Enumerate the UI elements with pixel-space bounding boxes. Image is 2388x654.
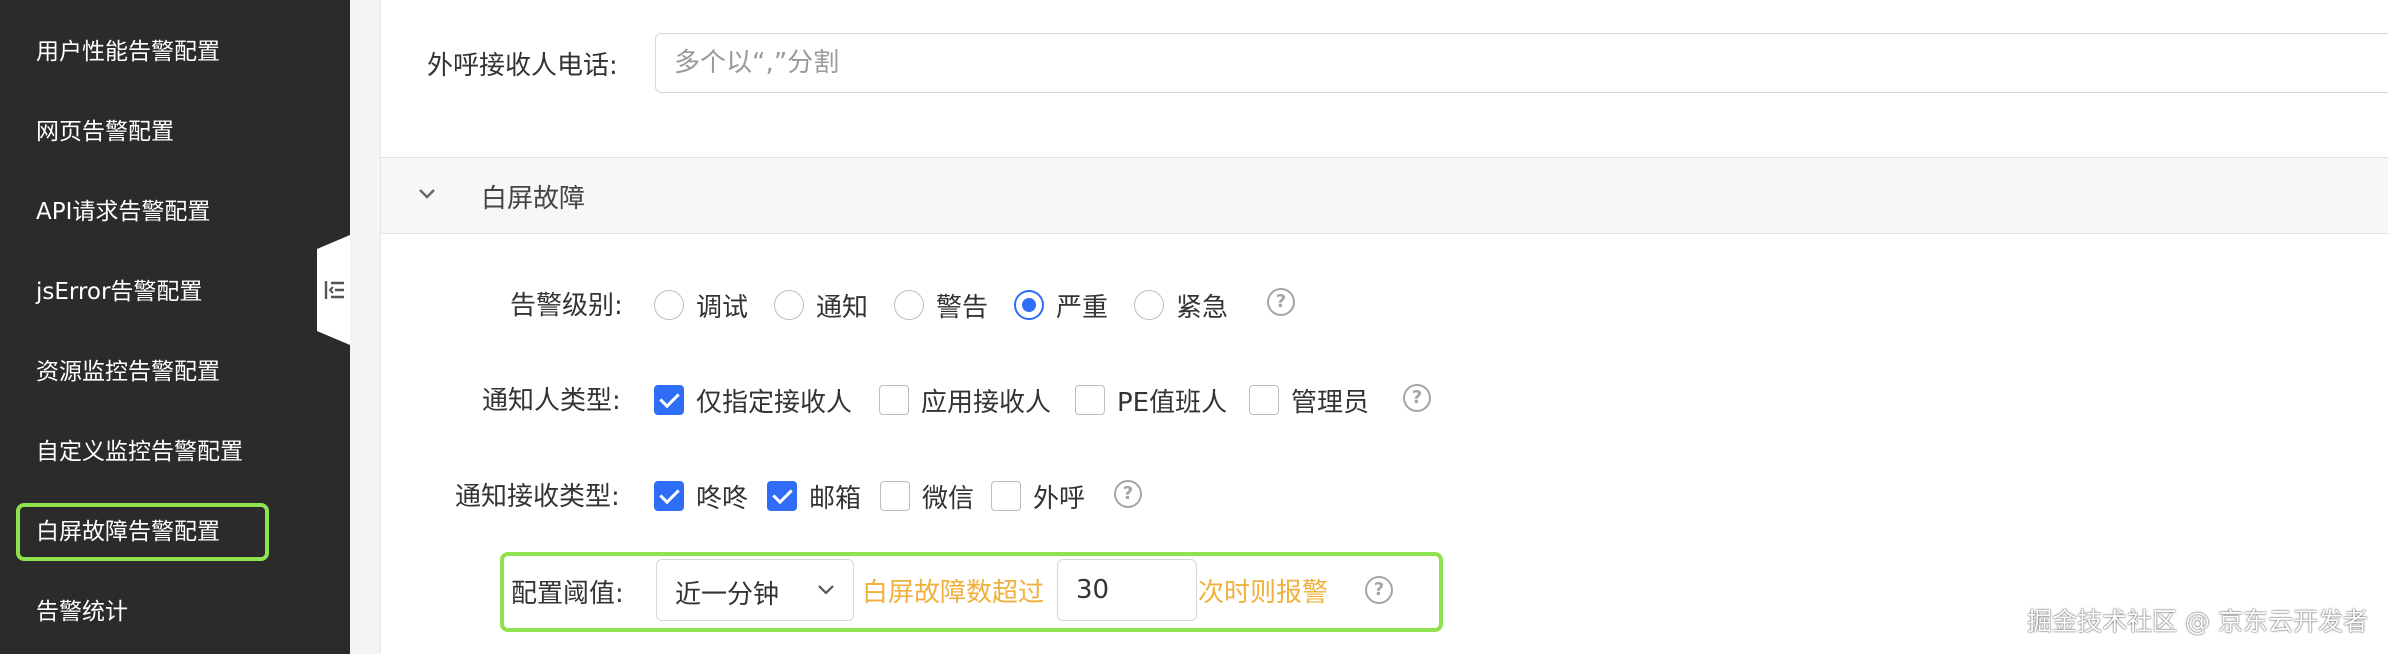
notifier-option-app-receiver[interactable]: 应用接收人 xyxy=(879,380,1051,420)
checkbox[interactable] xyxy=(1249,385,1279,415)
receive-option-callout[interactable]: 外呼 xyxy=(991,476,1085,516)
radio[interactable] xyxy=(894,290,924,320)
checkbox-checked[interactable] xyxy=(654,385,684,415)
help-icon[interactable]: ? xyxy=(1365,576,1393,604)
level-option-severe[interactable]: 严重 xyxy=(1014,285,1108,325)
radio-selected[interactable] xyxy=(1014,290,1044,320)
threshold-suffix-text: 次时则报警 xyxy=(1198,578,1329,608)
sidebar-item-api-alert[interactable]: API请求告警配置 xyxy=(36,196,210,228)
sidebar-item-jserror-alert[interactable]: jsError告警配置 xyxy=(36,276,202,308)
radio[interactable] xyxy=(1134,290,1164,320)
threshold-count-input[interactable] xyxy=(1057,559,1197,621)
sidebar-collapse-toggle[interactable] xyxy=(317,235,350,345)
threshold-prefix-text: 白屏故障数超过 xyxy=(862,578,1045,608)
white-screen-section-header[interactable]: 白屏故障 xyxy=(381,157,2388,234)
alert-level-label: 告警级别: xyxy=(510,291,623,321)
help-icon[interactable]: ? xyxy=(1403,384,1431,412)
receive-option-dongdong[interactable]: 咚咚 xyxy=(654,476,748,516)
sidebar-item-page-alert[interactable]: 网页告警配置 xyxy=(36,116,174,148)
checkbox-checked[interactable] xyxy=(767,481,797,511)
period-select[interactable]: 近一分钟 xyxy=(656,559,854,621)
watermark: 掘金技术社区 @ 京东云开发者 xyxy=(2027,607,2368,636)
sidebar-item-custom-alert[interactable]: 自定义监控告警配置 xyxy=(36,436,243,468)
radio[interactable] xyxy=(774,290,804,320)
chevron-down-icon xyxy=(818,585,834,595)
level-option-warning[interactable]: 警告 xyxy=(894,285,988,325)
help-icon[interactable]: ? xyxy=(1267,288,1295,316)
chevron-down-icon xyxy=(419,189,435,199)
help-icon[interactable]: ? xyxy=(1114,480,1142,508)
notifier-type-label: 通知人类型: xyxy=(482,386,621,416)
radio[interactable] xyxy=(654,290,684,320)
threshold-label: 配置阈值: xyxy=(511,579,624,609)
notifier-option-pe-oncall[interactable]: PE值班人 xyxy=(1075,380,1227,420)
level-option-debug[interactable]: 调试 xyxy=(654,285,748,325)
sidebar-item-user-performance-alert[interactable]: 用户性能告警配置 xyxy=(36,36,220,68)
collapse-sidebar-icon xyxy=(324,281,344,299)
sidebar-item-resource-alert[interactable]: 资源监控告警配置 xyxy=(36,356,220,388)
period-select-value: 近一分钟 xyxy=(675,580,780,610)
checkbox[interactable] xyxy=(880,481,910,511)
section-title: 白屏故障 xyxy=(481,184,586,214)
sidebar-item-alert-stats[interactable]: 告警统计 xyxy=(36,596,128,628)
level-option-urgent[interactable]: 紧急 xyxy=(1134,285,1228,325)
receive-type-label: 通知接收类型: xyxy=(455,482,620,512)
phone-label: 外呼接收人电话: xyxy=(427,51,618,81)
sidebar-item-white-screen-alert[interactable]: 白屏故障告警配置 xyxy=(36,516,220,548)
notifier-option-admin[interactable]: 管理员 xyxy=(1249,380,1369,420)
checkbox[interactable] xyxy=(991,481,1021,511)
notifier-option-specified[interactable]: 仅指定接收人 xyxy=(654,380,852,420)
checkbox[interactable] xyxy=(1075,385,1105,415)
callout-phone-input[interactable] xyxy=(655,33,2388,93)
content-gutter xyxy=(350,0,380,654)
alert-config-form: 外呼接收人电话: 白屏故障 告警级别: 调试 通知 警告 严重 紧急 ? 通知人… xyxy=(380,0,2388,654)
receive-option-wechat[interactable]: 微信 xyxy=(880,476,974,516)
sidebar: 用户性能告警配置 网页告警配置 API请求告警配置 jsError告警配置 资源… xyxy=(0,0,350,654)
checkbox-checked[interactable] xyxy=(654,481,684,511)
level-option-notify[interactable]: 通知 xyxy=(774,285,868,325)
checkbox[interactable] xyxy=(879,385,909,415)
receive-option-email[interactable]: 邮箱 xyxy=(767,476,861,516)
